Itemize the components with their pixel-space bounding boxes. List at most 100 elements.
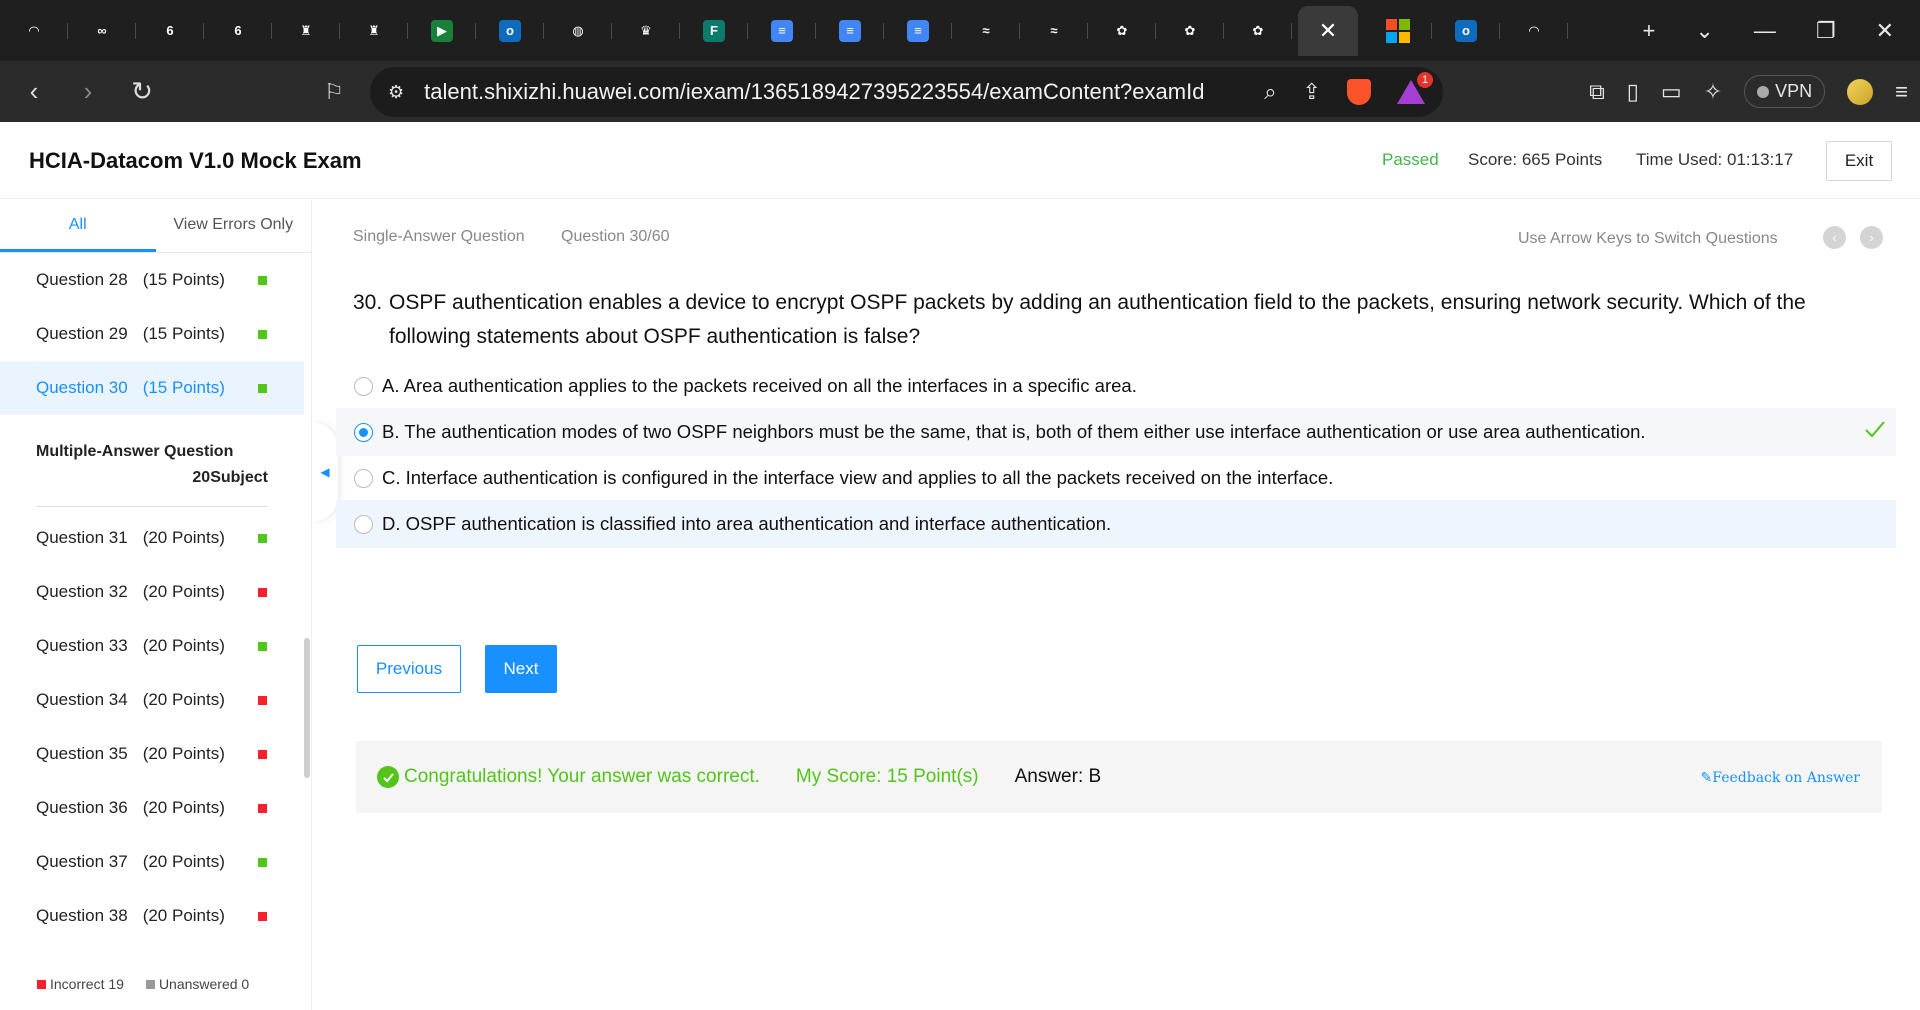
answer-option[interactable]: B. The authentication modes of two OSPF … <box>336 408 1896 456</box>
browser-tab[interactable]: o <box>476 6 544 56</box>
profile-avatar[interactable] <box>1847 78 1874 105</box>
menu-icon[interactable]: ≡ <box>1895 79 1908 105</box>
browser-tab[interactable]: ♜ <box>272 6 340 56</box>
speedometer-icon: ◠ <box>1529 22 1539 38</box>
question-nav-item[interactable]: Question 33 (20 Points) <box>0 619 304 673</box>
section-header: Multiple-Answer Question 20Subject <box>0 415 304 511</box>
incorrect-status-icon <box>258 912 267 921</box>
extensions-icon[interactable]: ⧉ <box>1589 79 1605 105</box>
correct-status-icon <box>258 534 267 543</box>
outlook-icon: o <box>1455 19 1477 42</box>
question-nav-item[interactable]: Question 36 (20 Points) <box>0 781 304 835</box>
browser-tab[interactable]: F <box>680 6 748 56</box>
exam-header: HCIA-Datacom V1.0 Mock Exam Passed Score… <box>0 122 1920 199</box>
question-nav-item[interactable]: Question 37 (20 Points) <box>0 835 304 889</box>
question-nav-points: (20 Points) <box>142 852 225 871</box>
radio-button[interactable] <box>354 422 373 442</box>
question-nav-item[interactable]: Question 38 (20 Points) <box>0 889 304 943</box>
vpn-button[interactable]: VPN <box>1744 75 1826 108</box>
browser-tab[interactable]: ≈ <box>1020 6 1088 56</box>
answer-option[interactable]: C. Interface authentication is configure… <box>336 454 1896 502</box>
tab-all[interactable]: All <box>0 200 156 252</box>
sidebar-toggle-icon[interactable]: ▯ <box>1627 79 1639 105</box>
address-bar[interactable]: ⚙ talent.shixizhi.huawei.com/iexam/13651… <box>370 67 1443 117</box>
rewards-badge: 1 <box>1417 72 1433 88</box>
window-close-icon[interactable]: ✕ <box>1876 18 1894 44</box>
restore-icon[interactable]: ❐ <box>1816 18 1836 44</box>
question-type: Single-Answer Question <box>353 228 525 245</box>
question-nav-item[interactable]: Question 34 (20 Points) <box>0 673 304 727</box>
browser-tab[interactable]: ≡ <box>816 6 884 56</box>
tab-speedometer[interactable]: ◠ <box>1500 6 1568 56</box>
tab-view-errors[interactable]: View Errors Only <box>156 200 312 252</box>
zoom-icon[interactable]: ⌕ <box>1264 79 1276 105</box>
wallet-icon[interactable]: ▭ <box>1661 79 1682 105</box>
bookmark-icon[interactable]: ⚐ <box>312 70 356 114</box>
section-title: Multiple-Answer Question <box>36 443 234 460</box>
answer-option[interactable]: A. Area authentication applies to the pa… <box>336 362 1896 410</box>
browser-tab[interactable]: ≈ <box>952 6 1020 56</box>
url-text[interactable]: talent.shixizhi.huawei.com/iexam/1365189… <box>424 79 1204 105</box>
browser-tab[interactable]: ▶ <box>408 6 476 56</box>
radio-button[interactable] <box>354 514 373 534</box>
browser-tab[interactable]: ♛ <box>612 6 680 56</box>
question-nav-label: Question 37 <box>36 852 128 871</box>
browser-tab[interactable]: ◠ <box>0 6 68 56</box>
feedback-link[interactable]: ✎Feedback on Answer <box>1701 770 1860 786</box>
window-controls: + ⌄ — ❐ ✕ <box>1643 18 1920 44</box>
browser-tab[interactable]: ◍ <box>544 6 612 56</box>
correct-status-icon <box>258 330 267 339</box>
tab-outlook[interactable]: o <box>1432 6 1500 56</box>
reload-icon[interactable]: ↻ <box>120 70 164 114</box>
prev-arrow-icon[interactable]: ‹ <box>1823 226 1846 249</box>
browser-tab[interactable]: ≡ <box>884 6 952 56</box>
site-settings-icon[interactable]: ⚙ <box>388 82 404 103</box>
question-nav-label: Question 35 <box>36 744 128 763</box>
sidebar-scrollbar[interactable] <box>304 638 310 778</box>
forward-icon[interactable]: › <box>66 70 110 114</box>
radio-button[interactable] <box>354 468 373 488</box>
tab-list: ◠ ∞ 6 6 ♜ ♜ ▶ o ◍ ♛ F ≡ ≡ ≡ ≈ ≈ ✿ ✿ ✿ <box>0 0 1292 61</box>
legend-unanswered-label: Unanswered 0 <box>158 976 250 992</box>
browser-tab[interactable]: ♜ <box>340 6 408 56</box>
browser-toolbar: ‹ › ↻ ⚐ ⚙ talent.shixizhi.huawei.com/iex… <box>0 61 1920 122</box>
close-tab-icon[interactable]: ✕ <box>1319 18 1337 44</box>
back-icon[interactable]: ‹ <box>12 70 56 114</box>
browser-tab[interactable]: ✿ <box>1224 6 1292 56</box>
radio-button[interactable] <box>354 376 373 396</box>
question-nav-item[interactable]: Question 35 (20 Points) <box>0 727 304 781</box>
minimize-icon[interactable]: — <box>1754 18 1776 44</box>
question-nav-item[interactable]: Question 29 (15 Points) <box>0 307 304 361</box>
exit-button[interactable]: Exit <box>1826 141 1892 181</box>
question-nav-item[interactable]: Question 31 (20 Points) <box>0 511 304 565</box>
result-message: Congratulations! Your answer was correct… <box>377 766 760 788</box>
incorrect-status-icon <box>258 588 267 597</box>
active-tab[interactable]: ✕ <box>1298 5 1358 56</box>
browser-tab[interactable]: 6 <box>204 6 272 56</box>
answer-option[interactable]: D. OSPF authentication is classified int… <box>336 500 1896 548</box>
brave-shields-icon[interactable] <box>1347 79 1371 105</box>
new-tab-icon[interactable]: + <box>1643 18 1656 44</box>
question-nav-item[interactable]: Question 32 (20 Points) <box>0 565 304 619</box>
tab-search-chevron-icon[interactable]: ⌄ <box>1695 18 1713 44</box>
next-arrow-icon[interactable]: › <box>1860 226 1883 249</box>
leo-ai-icon[interactable]: ✧ <box>1704 79 1722 105</box>
question-nav-item[interactable]: Question 28 (15 Points) <box>0 253 304 307</box>
docs-icon: ≡ <box>907 19 929 42</box>
browser-tab[interactable]: ✿ <box>1088 6 1156 56</box>
browser-tab[interactable]: ✿ <box>1156 6 1224 56</box>
previous-button[interactable]: Previous <box>357 645 461 693</box>
question-nav-label: Question 31 <box>36 528 128 547</box>
brave-rewards-icon[interactable]: 1 <box>1397 72 1433 104</box>
browser-tab[interactable]: 6 <box>136 6 204 56</box>
share-icon[interactable]: ⇪ <box>1303 79 1321 105</box>
check-circle-icon <box>377 766 399 788</box>
result-message-text: Congratulations! Your answer was correct… <box>404 766 760 787</box>
next-button[interactable]: Next <box>485 645 557 693</box>
docs-icon: ≡ <box>839 19 861 42</box>
chatgpt-icon: 6 <box>159 19 181 42</box>
browser-tab[interactable]: ≡ <box>748 6 816 56</box>
question-nav-item[interactable]: Question 30 (15 Points) <box>0 361 304 415</box>
browser-tab[interactable]: ∞ <box>68 6 136 56</box>
tab-microsoft[interactable] <box>1364 6 1432 56</box>
